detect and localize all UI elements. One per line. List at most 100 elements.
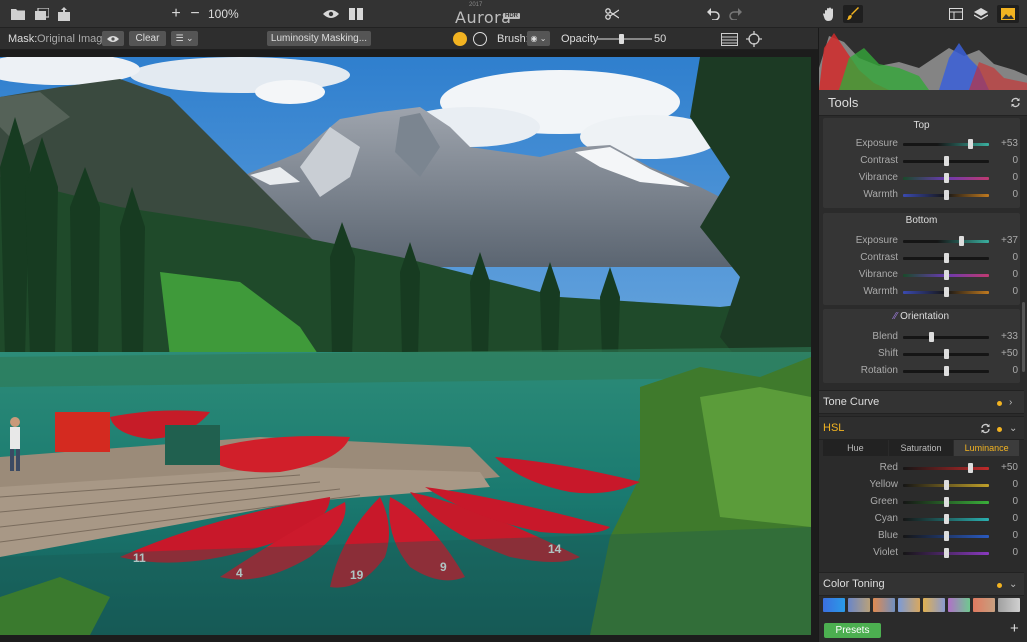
opacity-slider-handle[interactable]: [619, 34, 624, 44]
toning-swatch[interactable]: [848, 598, 870, 612]
chevron-down-icon[interactable]: ⌄: [1009, 579, 1017, 590]
opacity-slider-track[interactable]: [596, 38, 652, 40]
slider-value[interactable]: 0: [994, 189, 1018, 200]
slider-handle[interactable]: [944, 531, 949, 541]
slider-value[interactable]: 0: [994, 365, 1018, 376]
slider-track[interactable]: [903, 143, 989, 146]
slider-label: Red: [879, 462, 898, 473]
layout-icon[interactable]: [948, 5, 964, 23]
slider-value[interactable]: +53: [994, 138, 1018, 149]
slider-handle[interactable]: [944, 173, 949, 183]
slider-value[interactable]: 0: [994, 530, 1018, 541]
split-view-icon[interactable]: [348, 5, 364, 23]
photo-image[interactable]: 11 4 19 9 14: [0, 57, 811, 635]
add-preset-icon[interactable]: +: [1010, 620, 1019, 637]
slider-handle[interactable]: [944, 514, 949, 524]
photo-canvas[interactable]: 11 4 19 9 14: [0, 50, 818, 642]
slider-handle[interactable]: [944, 270, 949, 280]
slider-handle[interactable]: [959, 236, 965, 246]
toning-swatch[interactable]: [923, 598, 945, 612]
brush-icon[interactable]: [843, 5, 863, 23]
mask-visibility-button[interactable]: [102, 31, 124, 46]
slider-handle[interactable]: [929, 332, 935, 342]
slider-value[interactable]: 0: [994, 286, 1018, 297]
color-toning-section[interactable]: Color Toning ⌄: [819, 572, 1024, 596]
slider-value[interactable]: 0: [994, 479, 1018, 490]
slider-handle[interactable]: [944, 253, 949, 263]
hsl-tabs: Hue Saturation Luminance: [823, 440, 1021, 456]
undo-icon[interactable]: [706, 5, 720, 23]
slider-row: Exposure +37: [823, 233, 1020, 250]
slider-handle[interactable]: [944, 497, 949, 507]
scissors-icon[interactable]: [604, 5, 620, 23]
zoom-level[interactable]: 100%: [208, 7, 239, 21]
slider-handle[interactable]: [944, 480, 949, 490]
redo-icon[interactable]: [728, 5, 742, 23]
histogram: [819, 28, 1027, 90]
tone-curve-section[interactable]: Tone Curve ›: [819, 390, 1024, 414]
slider-value[interactable]: +37: [994, 235, 1018, 246]
export-icon[interactable]: [57, 5, 71, 23]
hsl-section[interactable]: HSL ⌄: [819, 416, 1024, 440]
chevron-right-icon[interactable]: ›: [1009, 397, 1012, 408]
slider-value[interactable]: 0: [994, 252, 1018, 263]
slider-value[interactable]: 0: [994, 172, 1018, 183]
target-icon[interactable]: [745, 30, 763, 48]
stack-icon[interactable]: [34, 5, 50, 23]
tab-saturation[interactable]: Saturation: [889, 440, 955, 456]
toning-swatch[interactable]: [873, 598, 895, 612]
panel-scrollbar[interactable]: [1022, 302, 1025, 372]
hand-icon[interactable]: [820, 5, 840, 23]
slider-value[interactable]: 0: [994, 269, 1018, 280]
slider-value[interactable]: 0: [994, 547, 1018, 558]
mask-menu-button[interactable]: ☰ ⌄: [171, 31, 198, 46]
toning-swatch[interactable]: [898, 598, 920, 612]
zoom-out-icon[interactable]: −: [188, 5, 202, 23]
tab-hue[interactable]: Hue: [823, 440, 889, 456]
image-icon[interactable]: [997, 5, 1019, 23]
slider-handle[interactable]: [944, 287, 949, 297]
tab-luminance[interactable]: Luminance: [954, 440, 1021, 456]
brush-erase-toggle[interactable]: [473, 32, 487, 46]
presets-button[interactable]: Presets: [824, 623, 881, 638]
slider-track[interactable]: [903, 336, 989, 339]
slider-value[interactable]: +50: [994, 348, 1018, 359]
layers-icon[interactable]: [973, 5, 989, 23]
slider-handle[interactable]: [944, 366, 949, 376]
reset-icon[interactable]: [1010, 97, 1021, 111]
toning-swatch[interactable]: [973, 598, 995, 612]
slider-label: Warmth: [863, 189, 898, 200]
slider-handle[interactable]: [944, 349, 949, 359]
brush-add-toggle[interactable]: [453, 32, 467, 46]
eye-icon[interactable]: [322, 5, 340, 23]
slider-value[interactable]: 0: [994, 513, 1018, 524]
luminosity-masking-button[interactable]: Luminosity Masking...: [267, 31, 371, 46]
slider-value[interactable]: 0: [994, 496, 1018, 507]
slider-track[interactable]: [903, 467, 989, 470]
slider-value[interactable]: +33: [994, 331, 1018, 342]
reset-icon[interactable]: [980, 423, 991, 437]
folder-icon[interactable]: [10, 5, 26, 23]
toning-swatch[interactable]: [998, 598, 1020, 612]
slider-handle[interactable]: [968, 463, 974, 473]
clear-button[interactable]: Clear: [129, 31, 166, 46]
slider-value[interactable]: 0: [994, 155, 1018, 166]
slider-label: Contrast: [860, 155, 898, 166]
brush-size-dropdown[interactable]: ◉ ⌄: [527, 31, 550, 46]
toning-swatch[interactable]: [823, 598, 845, 612]
slider-value[interactable]: +50: [994, 462, 1018, 473]
slider-handle[interactable]: [944, 548, 949, 558]
toning-swatch[interactable]: [948, 598, 970, 612]
opacity-value[interactable]: 50: [654, 33, 666, 45]
chevron-down-icon[interactable]: ⌄: [1009, 423, 1017, 434]
slider-row: Contrast 0: [823, 250, 1020, 267]
slider-handle[interactable]: [944, 156, 949, 166]
slider-label: Exposure: [855, 235, 898, 246]
eye-icon: [107, 35, 119, 43]
grid-icon[interactable]: [720, 30, 738, 48]
brush-label: Brush:: [497, 33, 529, 45]
slider-handle[interactable]: [944, 190, 949, 200]
slider-track[interactable]: [903, 240, 989, 243]
slider-handle[interactable]: [968, 139, 974, 149]
zoom-in-icon[interactable]: +: [169, 5, 183, 23]
